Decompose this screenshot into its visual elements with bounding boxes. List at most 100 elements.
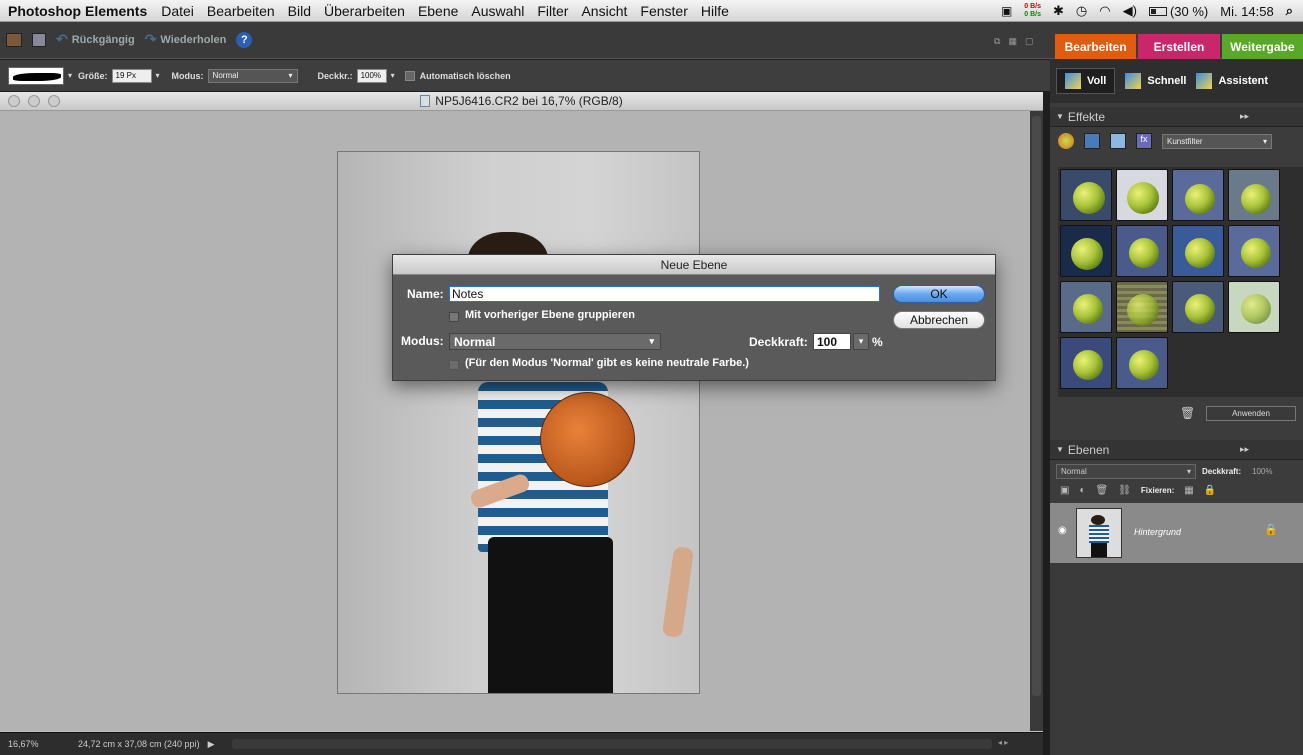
zoom-level[interactable]: 16,67% — [8, 739, 68, 749]
fx-icon[interactable]: fx — [1136, 133, 1152, 149]
clock[interactable]: Mi. 14:58 — [1220, 4, 1273, 19]
save-icon[interactable] — [32, 32, 46, 47]
menu-filter[interactable]: Filter — [537, 3, 568, 19]
effect-thumbnail[interactable] — [1228, 225, 1280, 277]
volume-icon[interactable]: ◀︎) — [1123, 3, 1137, 19]
link-icon[interactable]: ⛓ — [1118, 485, 1131, 496]
dialog-title-bar: Neue Ebene — [393, 255, 995, 275]
panel-menu-icon[interactable]: ▸▸ — [1240, 444, 1249, 455]
ok-button[interactable]: OK — [893, 285, 985, 303]
effects-title: Effekte — [1067, 109, 1106, 124]
redo-button[interactable]: ↷ Wiederholen — [145, 31, 227, 48]
cancel-label: Abbrechen — [909, 313, 969, 327]
help-icon[interactable]: ? — [236, 31, 253, 48]
organizer-icon[interactable] — [6, 32, 22, 47]
tab-weitergabe[interactable]: Weitergabe — [1221, 34, 1303, 59]
mode-voll-button[interactable]: Voll — [1056, 68, 1116, 94]
brush-dropdown-icon[interactable]: ▾ — [68, 71, 72, 80]
effect-thumbnail[interactable] — [1060, 225, 1112, 277]
lock-transparency-icon[interactable]: ▦ — [1184, 485, 1193, 496]
menu-ansicht[interactable]: Ansicht — [581, 3, 627, 19]
size-input[interactable]: 19 Px — [111, 68, 152, 83]
horizontal-scrollbar[interactable] — [232, 739, 992, 749]
layout-icon[interactable]: ▦ — [1008, 36, 1017, 47]
blend-mode-select[interactable]: Normal ▾ — [1056, 464, 1196, 479]
layer-opacity-value[interactable]: 100% — [1252, 467, 1272, 476]
name-input[interactable]: Notes — [449, 286, 880, 302]
mode-select[interactable]: Normal ▾ — [207, 68, 298, 83]
brush-icon — [1196, 73, 1213, 89]
delete-layer-icon[interactable]: 🗑 — [1096, 485, 1109, 496]
script-menu-icon[interactable]: ▣ — [1001, 4, 1012, 18]
app-menu[interactable]: Photoshop Elements — [8, 3, 147, 19]
percent-label: % — [872, 335, 883, 349]
menu-fenster[interactable]: Fenster — [640, 3, 687, 19]
window-icon[interactable]: ▢ — [1025, 36, 1034, 47]
brush-icon — [1065, 73, 1081, 89]
effect-thumbnail[interactable] — [1172, 281, 1224, 333]
undo-button[interactable]: ↶ Rückgängig — [56, 31, 135, 48]
photo-image[interactable] — [337, 151, 700, 694]
effect-thumbnail[interactable] — [1116, 225, 1168, 277]
battery-indicator[interactable]: (30 %) — [1148, 4, 1208, 19]
bluetooth-icon[interactable]: ✱ — [1053, 3, 1064, 19]
effect-thumbnail[interactable] — [1116, 281, 1168, 333]
tab-erstellen[interactable]: Erstellen — [1138, 34, 1220, 59]
menu-ebene[interactable]: Ebene — [418, 3, 458, 19]
layer-row[interactable]: ◉ Hintergrund 🔒 — [1050, 503, 1303, 563]
lock-all-icon[interactable]: 🔒 — [1204, 485, 1216, 496]
mode-assistent-button[interactable]: Assistent — [1196, 73, 1268, 89]
visibility-eye-icon[interactable]: ◉ — [1058, 525, 1067, 536]
time-machine-icon[interactable]: ◷ — [1076, 3, 1087, 19]
zoom-window-button[interactable] — [48, 95, 60, 107]
dialog-mode-select[interactable]: Normal ▾ — [449, 333, 661, 350]
filters-icon[interactable] — [1058, 133, 1074, 149]
photo-effects-icon[interactable] — [1110, 133, 1126, 149]
effect-thumbnail[interactable] — [1172, 169, 1224, 221]
effect-thumbnail[interactable] — [1060, 337, 1112, 389]
opacity-input[interactable]: 100% — [356, 68, 387, 83]
menu-bild[interactable]: Bild — [288, 3, 311, 19]
arrange-icon[interactable]: ⧉ — [994, 36, 1000, 47]
mode-schnell-button[interactable]: Schnell — [1125, 73, 1186, 89]
effect-thumbnail[interactable] — [1172, 225, 1224, 277]
new-layer-icon[interactable]: ▣ — [1060, 485, 1069, 496]
apply-button[interactable]: Anwenden — [1206, 406, 1296, 421]
adjustment-layer-icon[interactable]: ◐ — [1079, 485, 1085, 496]
effect-thumbnail[interactable] — [1228, 169, 1280, 221]
scroll-left-right-icon[interactable]: ◂ ▸ — [998, 738, 1008, 747]
size-slider-icon[interactable]: ▾ — [156, 71, 160, 80]
trash-icon[interactable]: 🗑 — [1180, 406, 1195, 420]
tab-bearbeiten[interactable]: Bearbeiten — [1055, 34, 1137, 59]
filter-category-select[interactable]: Kunstfilter ▾ — [1162, 133, 1272, 149]
minimize-window-button[interactable] — [28, 95, 40, 107]
effect-thumbnail[interactable] — [1116, 169, 1168, 221]
menu-datei[interactable]: Datei — [161, 3, 194, 19]
wifi-icon[interactable]: ◠ — [1099, 3, 1110, 19]
effects-panel-header[interactable]: ▼ Effekte ▸▸ — [1050, 107, 1303, 127]
layers-panel-header[interactable]: ▼ Ebenen ▸▸ — [1050, 440, 1303, 460]
menu-ueberarbeiten[interactable]: Überarbeiten — [324, 3, 405, 19]
layer-styles-icon[interactable] — [1084, 133, 1100, 149]
menu-auswahl[interactable]: Auswahl — [471, 3, 524, 19]
vertical-scrollbar[interactable] — [1030, 111, 1043, 731]
dialog-opacity-input[interactable]: 100 — [813, 333, 851, 350]
cancel-button[interactable]: Abbrechen — [893, 311, 985, 329]
effect-thumbnail[interactable] — [1228, 281, 1280, 333]
menu-bearbeiten[interactable]: Bearbeiten — [207, 3, 275, 19]
opacity-slider-icon[interactable]: ▾ — [391, 71, 395, 80]
group-checkbox[interactable] — [449, 312, 459, 322]
menu-hilfe[interactable]: Hilfe — [701, 3, 729, 19]
brush-preview[interactable] — [8, 66, 64, 85]
effect-thumbnail[interactable] — [1116, 337, 1168, 389]
network-monitor[interactable]: 0 B/s 0 B/s — [1024, 3, 1041, 19]
effect-thumbnail[interactable] — [1060, 281, 1112, 333]
close-window-button[interactable] — [8, 95, 20, 107]
auto-erase-checkbox[interactable] — [404, 70, 415, 81]
spotlight-icon[interactable]: ⌕ — [1286, 3, 1293, 19]
opacity-dropdown-icon[interactable]: ▾ — [853, 333, 869, 350]
effect-thumbnail[interactable] — [1060, 169, 1112, 221]
right-panel: Voll Schnell Assistent ▼ Effekte ▸▸ fx K… — [1050, 59, 1303, 755]
status-menu-arrow-icon[interactable]: ▶ — [208, 739, 215, 750]
panel-menu-icon[interactable]: ▸▸ — [1240, 111, 1249, 122]
